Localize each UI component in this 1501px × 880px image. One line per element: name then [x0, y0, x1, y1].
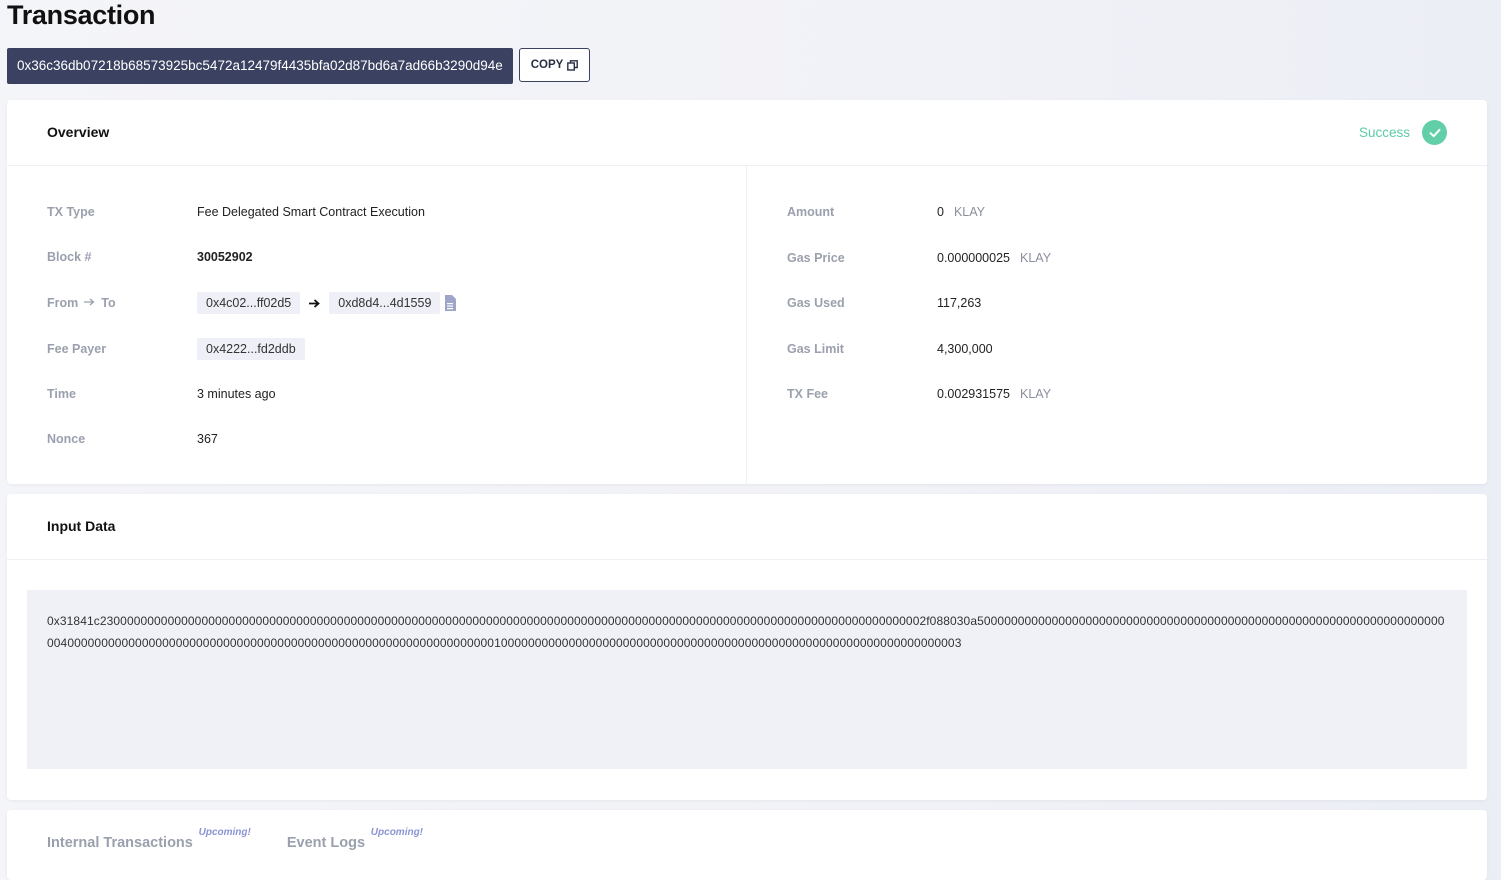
fee-payer-address-link[interactable]: 0x4222...fd2ddb [197, 338, 305, 360]
to-address-link[interactable]: 0xd8d4...4d1559 [329, 292, 441, 314]
tab-event-logs[interactable]: Event Logs Upcoming! [286, 827, 423, 851]
amount-label: Amount [787, 205, 835, 219]
gas-used-value: 117,263 [937, 296, 982, 310]
gas-price-label: Gas Price [787, 251, 845, 265]
tab-bar: Internal Transactions Upcoming! Event Lo… [47, 827, 423, 851]
gas-used-label: Gas Used [787, 296, 845, 310]
nonce-label: Nonce [47, 432, 86, 446]
input-data-title: Input Data [47, 518, 116, 534]
copy-button-label: COPY [530, 59, 564, 71]
upcoming-badge: Upcoming! [198, 827, 251, 838]
tx-type-value: Fee Delegated Smart Contract Execution [197, 205, 425, 219]
time-value: 3 minutes ago [197, 387, 276, 401]
gas-price-value: 0.000000025 [937, 251, 1010, 265]
arrow-right-icon [84, 297, 95, 309]
copy-icon [567, 59, 579, 71]
from-to-label: From To [47, 296, 197, 310]
overview-card: Overview Success TX Type Fee Delegated S… [7, 100, 1487, 484]
copy-button[interactable]: COPY [518, 48, 591, 82]
fee-payer-row: Fee Payer 0x4222...fd2ddb [47, 337, 305, 361]
tx-hash-row: 0x36c36db07218b68573925bc5472a12479f4435… [7, 48, 591, 84]
page-title: Transaction [7, 0, 156, 30]
tabs-card: Internal Transactions Upcoming! Event Lo… [7, 810, 1487, 880]
from-address-link[interactable]: 0x4c02...ff02d5 [197, 292, 301, 314]
fee-payer-label: Fee Payer [47, 342, 107, 356]
arrow-right-icon [309, 298, 321, 308]
overview-title: Overview [47, 124, 110, 140]
input-data-box[interactable]: 0x31841c23000000000000000000000000000000… [27, 590, 1467, 769]
check-icon [1422, 120, 1447, 145]
gas-price-row: Gas Price 0.000000025 KLAY [787, 246, 1051, 270]
tx-type-label: TX Type [47, 205, 95, 219]
contract-document-icon [445, 295, 457, 311]
tab-event-logs-label: Event Logs [286, 835, 366, 851]
nonce-row: Nonce 367 [47, 427, 218, 451]
nonce-value: 367 [197, 432, 218, 446]
status-label: Success [1358, 125, 1410, 140]
amount-unit: KLAY [953, 205, 985, 219]
tx-hash: 0x36c36db07218b68573925bc5472a12479f4435… [7, 48, 513, 84]
tab-internal-transactions-label: Internal Transactions [47, 835, 193, 851]
tx-fee-unit: KLAY [1020, 387, 1052, 401]
overview-header: Overview Success [7, 100, 1487, 166]
gas-price-unit: KLAY [1020, 251, 1052, 265]
from-label: From [47, 296, 79, 310]
from-to-value: 0x4c02...ff02d5 0xd8d4...4d1559 [197, 292, 457, 314]
tab-internal-transactions[interactable]: Internal Transactions Upcoming! [47, 827, 251, 851]
overview-right-column: Amount 0 KLAY Gas Price 0.000000025 KLAY… [747, 166, 1487, 484]
tx-fee-label: TX Fee [787, 387, 828, 401]
block-label: Block # [47, 250, 92, 264]
from-to-row: From To 0x4c02...ff02d5 0xd8d4...4d1559 [47, 291, 457, 315]
tx-fee-value: 0.002931575 [937, 387, 1010, 401]
overview-left-column: TX Type Fee Delegated Smart Contract Exe… [7, 166, 747, 484]
time-row: Time 3 minutes ago [47, 382, 276, 406]
input-data-value: 0x31841c23000000000000000000000000000000… [47, 614, 1445, 650]
upcoming-badge: Upcoming! [370, 827, 424, 838]
gas-limit-value: 4,300,000 [937, 342, 993, 356]
input-data-header: Input Data [7, 494, 1487, 560]
overview-body: TX Type Fee Delegated Smart Contract Exe… [7, 166, 1487, 484]
status-badge: Success [1359, 120, 1447, 145]
to-label: To [101, 296, 116, 310]
block-row: Block # 30052902 [47, 245, 253, 269]
gas-limit-label: Gas Limit [787, 342, 844, 356]
time-label: Time [47, 387, 76, 401]
gas-used-row: Gas Used 117,263 [787, 291, 981, 315]
amount-row: Amount 0 KLAY [787, 200, 985, 224]
amount-value: 0 [937, 205, 944, 219]
tx-type-row: TX Type Fee Delegated Smart Contract Exe… [47, 200, 425, 224]
block-number-link[interactable]: 30052902 [197, 250, 253, 264]
gas-limit-row: Gas Limit 4,300,000 [787, 337, 993, 361]
input-data-card: Input Data 0x31841c230000000000000000000… [7, 494, 1487, 800]
tx-fee-row: TX Fee 0.002931575 KLAY [787, 382, 1051, 406]
